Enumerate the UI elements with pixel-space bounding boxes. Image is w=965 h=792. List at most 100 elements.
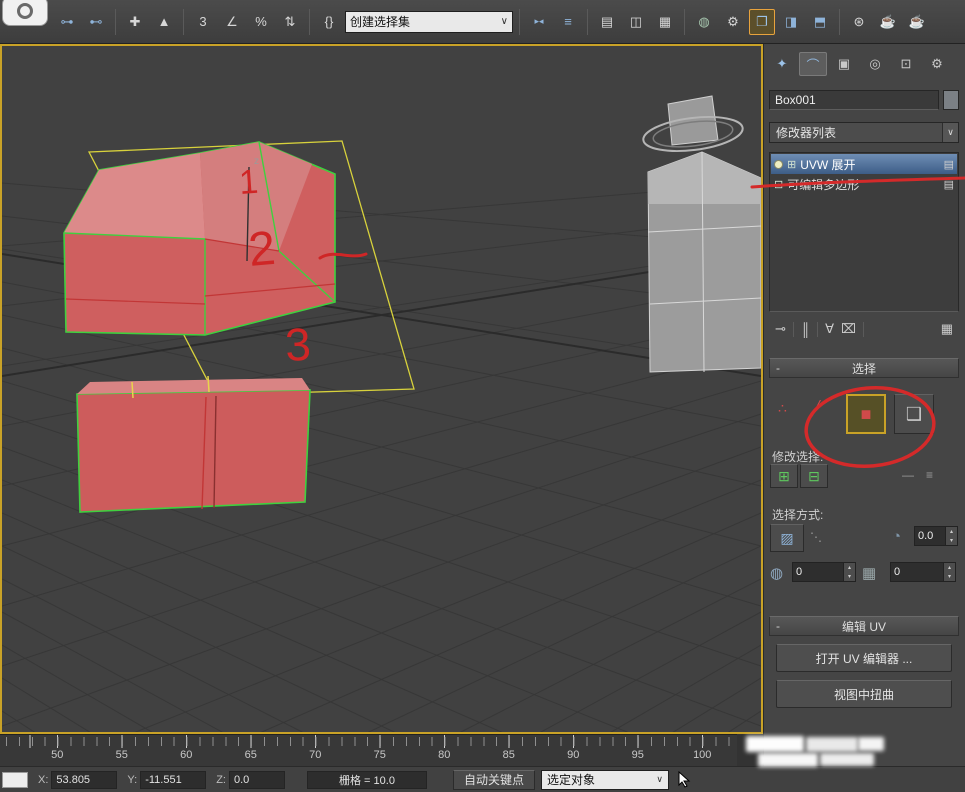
timeline-ruler[interactable]: 50 55 60 65 70 75 80 85 90 95 100 <box>0 734 737 766</box>
spinner-up-icon[interactable]: ▴ <box>946 527 957 536</box>
modifier-stack-row-uvw-unwrap[interactable]: ⊞ UVW 展开 ▤ <box>771 154 957 174</box>
timeline-tick-label: 80 <box>412 749 477 761</box>
mirror-icon[interactable]: ▸◂ <box>526 9 552 35</box>
object-name-field[interactable]: Box001 <box>769 90 939 110</box>
spinner-snap-icon[interactable]: ⇅ <box>277 9 303 35</box>
sphere-select-spinner[interactable]: 0 ▴▾ <box>792 562 856 582</box>
modifier-enabled-bulb-icon[interactable] <box>774 160 783 169</box>
motion-tab[interactable]: ◎ <box>861 52 889 76</box>
make-unique-icon[interactable]: ∀ <box>825 321 834 337</box>
render-teapot-icon[interactable]: ☕ <box>875 9 901 35</box>
grid-size-readout: 栅格 = 10.0 <box>307 771 427 789</box>
grow-selection-button[interactable]: ⊞ <box>770 464 798 488</box>
view-layout-icon[interactable]: ⬒ <box>807 9 833 35</box>
listener-stub[interactable] <box>2 772 28 788</box>
show-end-result-icon[interactable]: ║ <box>801 322 810 337</box>
blurred-watermark <box>746 736 804 752</box>
select-and-link-icon[interactable]: ⊶ <box>54 9 80 35</box>
timeline-tick-labels: 50 55 60 65 70 75 80 85 90 95 100 <box>25 749 735 761</box>
percent-snap-icon[interactable]: % <box>248 9 274 35</box>
blurred-watermark <box>758 753 818 767</box>
planar-select-button[interactable]: ▨ <box>770 524 804 552</box>
grid-select-spinner[interactable]: 0 ▴▾ <box>890 562 956 582</box>
edit-named-selection-sets-icon[interactable]: {} <box>316 9 342 35</box>
grow-icon: ⊞ <box>778 468 790 485</box>
blurred-watermark <box>806 737 858 752</box>
rendered-frame-window-icon[interactable]: ❐ <box>749 9 775 35</box>
spinner-up-icon[interactable]: ▴ <box>944 563 955 572</box>
command-panel: ✦ ⌒ ▣ ◎ ⊡ ⚙ Box001 修改器列表 ∨ ⊞ UVW 展开 ▤ ⊡ … <box>763 44 965 766</box>
render-teapot-2-icon[interactable]: ☕ <box>904 9 930 35</box>
loop-select-icon[interactable]: ≡ <box>926 468 933 482</box>
planar-angle-icon: ◔ <box>892 528 901 545</box>
spinner-down-icon[interactable]: ▾ <box>946 536 957 545</box>
snaps-toggle-icon[interactable]: 3 <box>190 9 216 35</box>
reference-box-object[interactable] <box>641 96 761 372</box>
modifier-stack-row-editable-poly[interactable]: ⊡ 可编辑多边形 ▤ <box>771 174 957 194</box>
select-and-move-icon[interactable]: ✚ <box>122 9 148 35</box>
curve-editor-icon[interactable]: ◫ <box>623 9 649 35</box>
element-subobject-button[interactable]: ❑ <box>894 394 934 434</box>
z-coordinate-field[interactable]: 0.0 <box>229 771 285 789</box>
edge-subobject-icon[interactable]: ╱ <box>812 400 820 417</box>
application-logo-icon <box>17 3 33 19</box>
sphere-select-value: 0 <box>793 563 843 581</box>
uv-seam-mark <box>208 376 209 392</box>
modify-selection-label: 修改选择: <box>772 448 823 465</box>
application-menu-button[interactable] <box>2 0 48 26</box>
spinner-down-icon[interactable]: ▾ <box>844 572 855 581</box>
grid-select-icon[interactable]: ▦ <box>862 564 876 582</box>
selection-rollout-header[interactable]: - 选择 <box>769 358 959 378</box>
x-coordinate-field[interactable]: 53.805 <box>51 771 117 789</box>
command-panel-tabs: ✦ ⌒ ▣ ◎ ⊡ ⚙ <box>768 52 951 76</box>
create-tab[interactable]: ✦ <box>768 52 796 76</box>
element-cube-icon: ❑ <box>906 404 922 425</box>
named-selection-set-dropdown[interactable]: 创建选择集 ∨ <box>345 11 513 33</box>
bind-to-spacewarp-icon[interactable]: ⊷ <box>83 9 109 35</box>
lasso-select-icon[interactable]: ⋱ <box>810 530 822 544</box>
modifier-list-dropdown[interactable]: 修改器列表 ∨ <box>769 122 959 143</box>
timeline-tick-label: 70 <box>283 749 348 761</box>
polygon-subobject-button[interactable]: ■ <box>846 394 886 434</box>
spinner-down-icon[interactable]: ▾ <box>944 572 955 581</box>
distort-in-view-button[interactable]: 视图中扭曲 <box>776 680 952 708</box>
selection-filter-dropdown[interactable]: 选定对象 ∨ <box>541 770 669 790</box>
shrink-selection-button[interactable]: ⊟ <box>800 464 828 488</box>
planar-angle-spinner[interactable]: 0.0 ▴▾ <box>914 526 958 546</box>
timeline-tick-label: 65 <box>219 749 284 761</box>
modifier-list-label: 修改器列表 <box>776 124 836 141</box>
spinner-up-icon[interactable]: ▴ <box>844 563 855 572</box>
render-setup-icon[interactable]: ⚙ <box>720 9 746 35</box>
modify-tab[interactable]: ⌒ <box>799 52 827 76</box>
configure-modifier-sets-icon[interactable]: ▦ <box>941 321 953 337</box>
display-tab[interactable]: ⊡ <box>892 52 920 76</box>
modifier-type-icon: ⊡ <box>774 178 783 191</box>
utilities-tab[interactable]: ⚙ <box>923 52 951 76</box>
perspective-viewport[interactable]: z 1 2 3 <box>0 44 763 734</box>
object-color-swatch[interactable] <box>943 90 959 110</box>
y-coordinate-field[interactable]: -11.551 <box>140 771 206 789</box>
selection-rollout-title: 选择 <box>852 360 876 377</box>
use-selection-center-icon[interactable]: ▲ <box>151 9 177 35</box>
vertex-subobject-icon[interactable]: ∴ <box>778 400 787 417</box>
align-icon[interactable]: ≡ <box>555 9 581 35</box>
sphere-select-icon[interactable]: ◍ <box>770 564 783 582</box>
ring-select-icon[interactable]: — <box>902 468 914 482</box>
open-uv-editor-button[interactable]: 打开 UV 编辑器 ... <box>776 644 952 672</box>
render-production-icon[interactable]: ◨ <box>778 9 804 35</box>
pin-stack-icon[interactable]: ⊸ <box>775 321 786 337</box>
schematic-view-icon[interactable]: ▦ <box>652 9 678 35</box>
chevron-down-icon: ∨ <box>942 123 958 142</box>
layer-manager-icon[interactable]: ▤ <box>594 9 620 35</box>
edit-uv-rollout-header[interactable]: - 编辑 UV <box>769 616 959 636</box>
angle-snap-icon[interactable]: ∠ <box>219 9 245 35</box>
shrink-icon: ⊟ <box>808 468 820 485</box>
planar-angle-value: 0.0 <box>915 527 945 545</box>
toolbar-separator <box>309 9 310 35</box>
modifier-stack-toolbar: ⊸ ║ ∀ ⌧ ▦ <box>769 316 959 342</box>
material-editor-icon[interactable]: ◍ <box>691 9 717 35</box>
auto-key-button[interactable]: 自动关键点 <box>453 770 535 790</box>
remove-modifier-icon[interactable]: ⌧ <box>841 321 856 337</box>
hierarchy-tab[interactable]: ▣ <box>830 52 858 76</box>
render-iterative-icon[interactable]: ⊛ <box>846 9 872 35</box>
